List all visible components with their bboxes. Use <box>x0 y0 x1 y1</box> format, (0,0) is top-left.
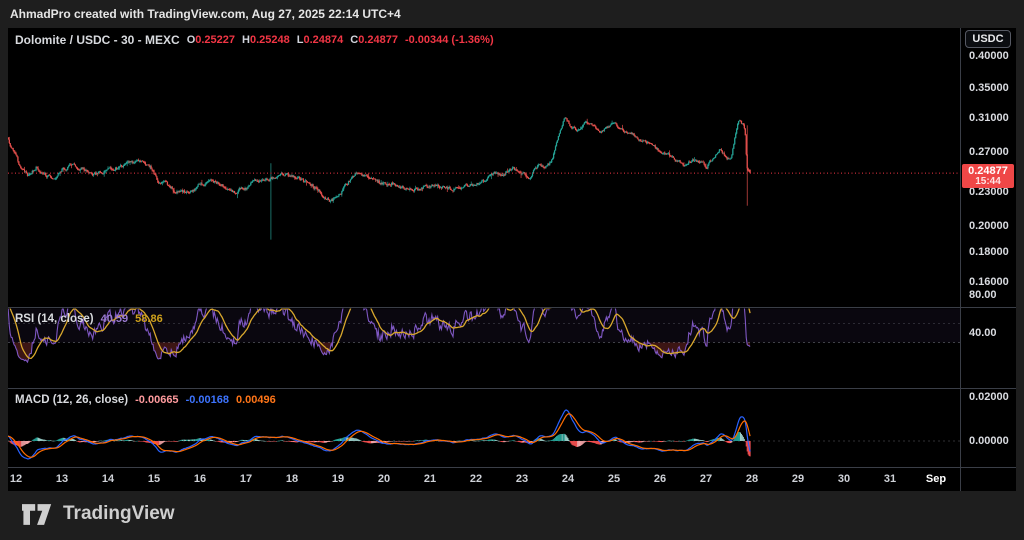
macd-line-value: -0.00168 <box>185 394 229 406</box>
time-axis-label: 26 <box>653 473 667 485</box>
last-price-label: 0.24877 15:44 <box>962 164 1014 189</box>
time-axis-label: 15 <box>147 473 161 485</box>
time-axis-label: 14 <box>101 473 115 485</box>
time-axis-label: 28 <box>745 473 759 485</box>
time-axis-label: 21 <box>423 473 437 485</box>
ohlc-values: O0.25227 H0.25248 L0.24874 C0.24877 <box>187 34 398 46</box>
macd-hist-value: -0.00665 <box>135 394 179 406</box>
price-axis-label: 0.31000 <box>969 112 1009 125</box>
price-axis-label: 0.27000 <box>969 146 1009 159</box>
rsi-axis-label: 40.00 <box>969 326 997 339</box>
time-axis-label: 24 <box>561 473 575 485</box>
time-axis-label: 22 <box>469 473 483 485</box>
time-axis-label: 12 <box>9 473 23 485</box>
time-axis-label: 23 <box>515 473 529 485</box>
tradingview-logo-icon <box>22 503 52 525</box>
time-axis-label: 13 <box>55 473 69 485</box>
chart-frame: Dolomite / USDC - 30 - MEXC O0.25227 H0.2… <box>8 28 1016 491</box>
time-axis-label: 16 <box>193 473 207 485</box>
price-axis-label: 0.18000 <box>969 246 1009 259</box>
macd-signal-value: 0.00496 <box>236 394 276 406</box>
ohlc-item: L0.24874 <box>296 34 344 46</box>
rsi-title: RSI (14, close) <box>15 313 94 325</box>
ohlc-item: C0.24877 <box>350 34 398 46</box>
macd-axis-label: 0.02000 <box>969 390 1009 403</box>
price-axis-label: 0.35000 <box>969 82 1009 95</box>
symbol-title: Dolomite / USDC - 30 - MEXC <box>15 33 180 47</box>
time-axis-label: 18 <box>285 473 299 485</box>
footer: TradingView <box>0 491 1024 540</box>
macd-axis-label: 0.00000 <box>969 434 1009 447</box>
bar-countdown: 15:44 <box>975 176 1001 188</box>
time-axis-label: 31 <box>883 473 897 485</box>
time-axis-label: 20 <box>377 473 391 485</box>
time-axis-label: 19 <box>331 473 345 485</box>
change-value: -0.00344 (-1.36%) <box>404 34 494 46</box>
price-axis-label: 0.16000 <box>969 275 1009 288</box>
ohlc-item: H0.25248 <box>242 34 290 46</box>
time-axis-label: 27 <box>699 473 713 485</box>
currency-button[interactable]: USDC <box>965 30 1011 48</box>
price-axis-label: 0.20000 <box>969 220 1009 233</box>
time-axis-label: Sep <box>925 473 947 485</box>
rsi-axis-label: 80.00 <box>969 288 997 301</box>
tradingview-logo[interactable]: TradingView <box>22 503 175 525</box>
rsi-ma-value: 58.86 <box>135 313 163 325</box>
attribution-bar: AhmadPro created with TradingView.com, A… <box>0 0 1024 28</box>
tradingview-logo-text: TradingView <box>63 503 175 524</box>
macd-title: MACD (12, 26, close) <box>15 394 129 406</box>
attribution-text: AhmadPro created with TradingView.com, A… <box>10 7 401 21</box>
price-axis[interactable]: USDC 0.24877 15:44 0.40000 0.35000 0.31000… <box>960 28 1016 491</box>
chart-canvas[interactable] <box>8 28 1016 491</box>
rsi-legend[interactable]: RSI (14, close) 40.59 58.86 <box>15 313 163 325</box>
symbol-legend[interactable]: Dolomite / USDC - 30 - MEXC O0.25227 H0.2… <box>15 33 494 47</box>
price-axis-label: 0.40000 <box>969 49 1009 62</box>
ohlc-item: O0.25227 <box>186 34 236 46</box>
time-axis-label: 25 <box>607 473 621 485</box>
time-axis-label: 17 <box>239 473 253 485</box>
rsi-value: 40.59 <box>100 313 129 325</box>
macd-legend[interactable]: MACD (12, 26, close) -0.00665 -0.00168 0… <box>15 394 276 406</box>
time-axis-label: 29 <box>791 473 805 485</box>
time-axis-label: 30 <box>837 473 851 485</box>
